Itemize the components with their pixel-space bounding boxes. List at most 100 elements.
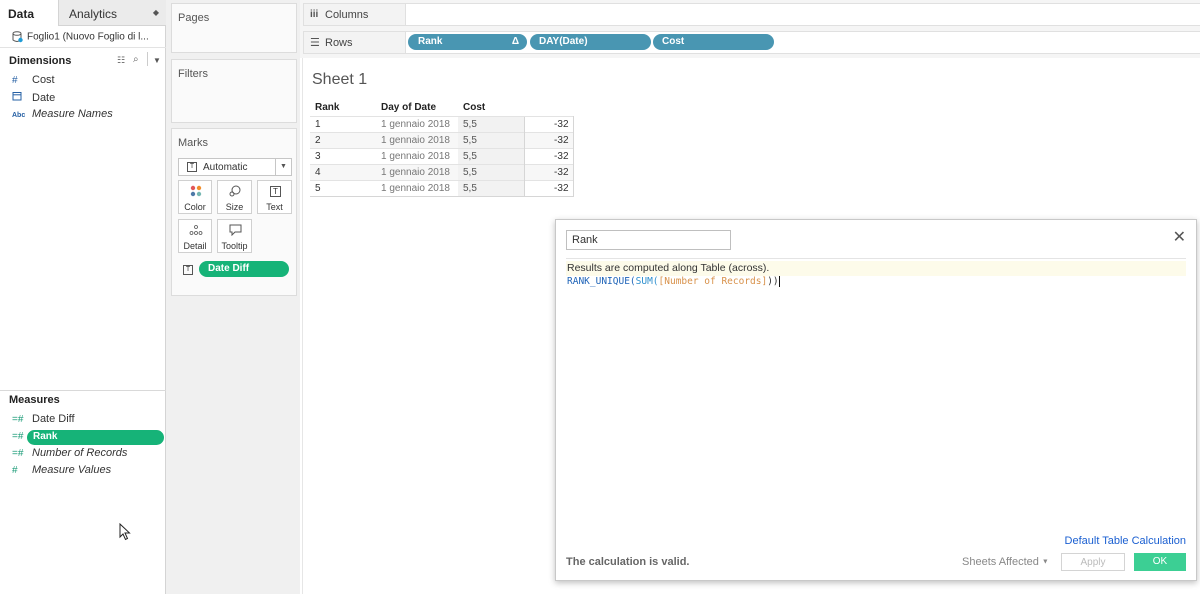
- mouse-cursor-icon: [119, 523, 131, 541]
- delta-icon: Δ: [511, 36, 519, 47]
- dimensions-list: # Cost Date Abc Measure Names: [12, 74, 162, 125]
- view-toggle-icon[interactable]: ☷: [117, 55, 125, 66]
- tooltip-icon: [229, 224, 242, 236]
- cell-cost: 5,5: [458, 115, 524, 132]
- color-button[interactable]: Color: [178, 180, 212, 214]
- cell-cost: 5,5: [458, 147, 524, 164]
- formula-close: )): [767, 276, 779, 287]
- chevron-down-icon: ▼: [275, 159, 291, 175]
- cell-rank: 3: [310, 147, 376, 164]
- measure-measure-values[interactable]: # Measure Values: [12, 464, 164, 481]
- columns-icon: iii: [310, 9, 319, 20]
- cell-date: 1 gennaio 2018: [376, 115, 458, 132]
- mark-type-select[interactable]: T Automatic ▼: [178, 158, 292, 176]
- table-row[interactable]: 5 1 gennaio 2018 5,5 -32: [310, 179, 574, 197]
- default-table-calculation-link[interactable]: Default Table Calculation: [1065, 535, 1186, 547]
- columns-shelf[interactable]: [406, 3, 1200, 26]
- rows-pill-day-date[interactable]: DAY(Date): [530, 34, 651, 50]
- table-row[interactable]: 4 1 gennaio 2018 5,5 -32: [310, 163, 574, 180]
- calendar-icon: [12, 91, 32, 104]
- table-row[interactable]: 2 1 gennaio 2018 5,5 -32: [310, 131, 574, 148]
- formula-editor[interactable]: RANK_UNIQUE(SUM([Number of Records])): [567, 276, 1187, 498]
- measure-rank[interactable]: =# Rank: [12, 430, 164, 447]
- apply-button[interactable]: Apply: [1061, 553, 1125, 571]
- sheets-affected-dropdown[interactable]: Sheets Affected ▼: [962, 556, 1049, 568]
- abc-icon: Abc: [12, 112, 26, 119]
- detail-icon: [189, 225, 203, 235]
- dimension-date[interactable]: Date: [12, 91, 162, 108]
- cell-value: -32: [523, 147, 574, 164]
- filters-card[interactable]: Filters: [171, 59, 297, 123]
- marks-label: Marks: [178, 137, 208, 149]
- cell-date: 1 gennaio 2018: [376, 179, 458, 197]
- field-label: Number of Records: [32, 447, 128, 459]
- size-icon: [229, 185, 241, 197]
- compute-info: Results are computed along Table (across…: [566, 261, 1186, 276]
- table-row[interactable]: 1 1 gennaio 2018 5,5 -32: [310, 115, 574, 132]
- detail-button[interactable]: Detail: [178, 219, 212, 253]
- tab-analytics[interactable]: Analytics ◆: [58, 0, 166, 26]
- close-icon[interactable]: ✕: [1173, 230, 1186, 246]
- formula-field: [Number of Records]: [658, 276, 768, 287]
- cell-date: 1 gennaio 2018: [376, 163, 458, 180]
- tooltip-button[interactable]: Tooltip: [217, 219, 252, 253]
- crosstab-table: Rank Day of Date Cost 1 1 gennaio 2018 5…: [310, 101, 574, 197]
- validation-status: The calculation is valid.: [566, 556, 690, 568]
- cell-date: 1 gennaio 2018: [376, 147, 458, 164]
- divider: [0, 390, 166, 391]
- pages-card[interactable]: Pages: [171, 3, 297, 53]
- color-dots-icon: [190, 185, 202, 197]
- columns-shelf-label: iii Columns: [303, 3, 406, 26]
- text-icon: T: [270, 186, 281, 197]
- pages-label: Pages: [178, 12, 210, 24]
- cell-date: 1 gennaio 2018: [376, 131, 458, 148]
- text-button[interactable]: T Text: [257, 180, 292, 214]
- size-button[interactable]: Size: [217, 180, 252, 214]
- field-label: Date: [32, 92, 56, 104]
- detail-label: Detail: [183, 241, 207, 251]
- tab-data[interactable]: Data: [0, 0, 58, 26]
- chevron-updown-icon: ◆: [152, 8, 159, 17]
- data-source[interactable]: Foglio1 (Nuovo Foglio di l...: [0, 26, 166, 48]
- table-row[interactable]: 3 1 gennaio 2018 5,5 -32: [310, 147, 574, 164]
- number-icon: #: [12, 75, 18, 86]
- measure-date-diff[interactable]: =# Date Diff: [12, 413, 164, 430]
- rows-pill-cost[interactable]: Cost: [653, 34, 774, 50]
- dimension-cost[interactable]: # Cost: [12, 74, 162, 91]
- calculation-dialog: Rank ✕ Results are computed along Table …: [555, 219, 1197, 581]
- formula-function: RANK_UNIQUE(: [567, 276, 636, 287]
- rows-pill-rank[interactable]: Rank Δ: [408, 34, 527, 50]
- dimension-measure-names[interactable]: Abc Measure Names: [12, 108, 162, 125]
- menu-caret-icon[interactable]: ▼: [153, 56, 161, 65]
- formula-aggregate: SUM(: [635, 276, 659, 287]
- cell-value: -32: [523, 163, 574, 180]
- mark-pill-date-diff[interactable]: Date Diff: [199, 261, 289, 277]
- data-source-label: Foglio1 (Nuovo Foglio di l...: [27, 31, 149, 43]
- calc-name-input[interactable]: Rank: [566, 230, 731, 250]
- database-icon: [12, 31, 23, 43]
- cell-rank: 5: [310, 179, 376, 197]
- field-label: Measure Values: [32, 464, 112, 476]
- field-label: Date Diff: [32, 413, 75, 425]
- divider: [566, 258, 1186, 259]
- rows-label: Rows: [325, 37, 353, 49]
- measures-list: =# Date Diff =# Rank =# Number of Records #…: [12, 413, 164, 481]
- text-label: Text: [266, 202, 283, 212]
- pill-label: Rank: [418, 36, 443, 47]
- calc-number-icon: =#: [12, 414, 24, 425]
- filters-label: Filters: [178, 68, 208, 80]
- search-icon[interactable]: ⌕: [133, 54, 139, 65]
- divider: [147, 52, 148, 66]
- chevron-down-icon: ▼: [1041, 558, 1049, 566]
- calc-number-icon: =#: [12, 448, 24, 459]
- rows-icon: ☰: [310, 37, 320, 49]
- cell-value: -32: [523, 131, 574, 148]
- tab-analytics-label: Analytics: [69, 7, 118, 21]
- columns-label: Columns: [325, 9, 369, 21]
- marks-card: Marks T Automatic ▼ Color Size T Text De…: [171, 128, 297, 296]
- ok-button[interactable]: OK: [1134, 553, 1186, 571]
- header-day-of-date: Day of Date: [381, 102, 437, 114]
- measure-number-of-records[interactable]: =# Number of Records: [12, 447, 164, 464]
- cell-cost: 5,5: [458, 179, 524, 197]
- color-label: Color: [184, 202, 206, 212]
